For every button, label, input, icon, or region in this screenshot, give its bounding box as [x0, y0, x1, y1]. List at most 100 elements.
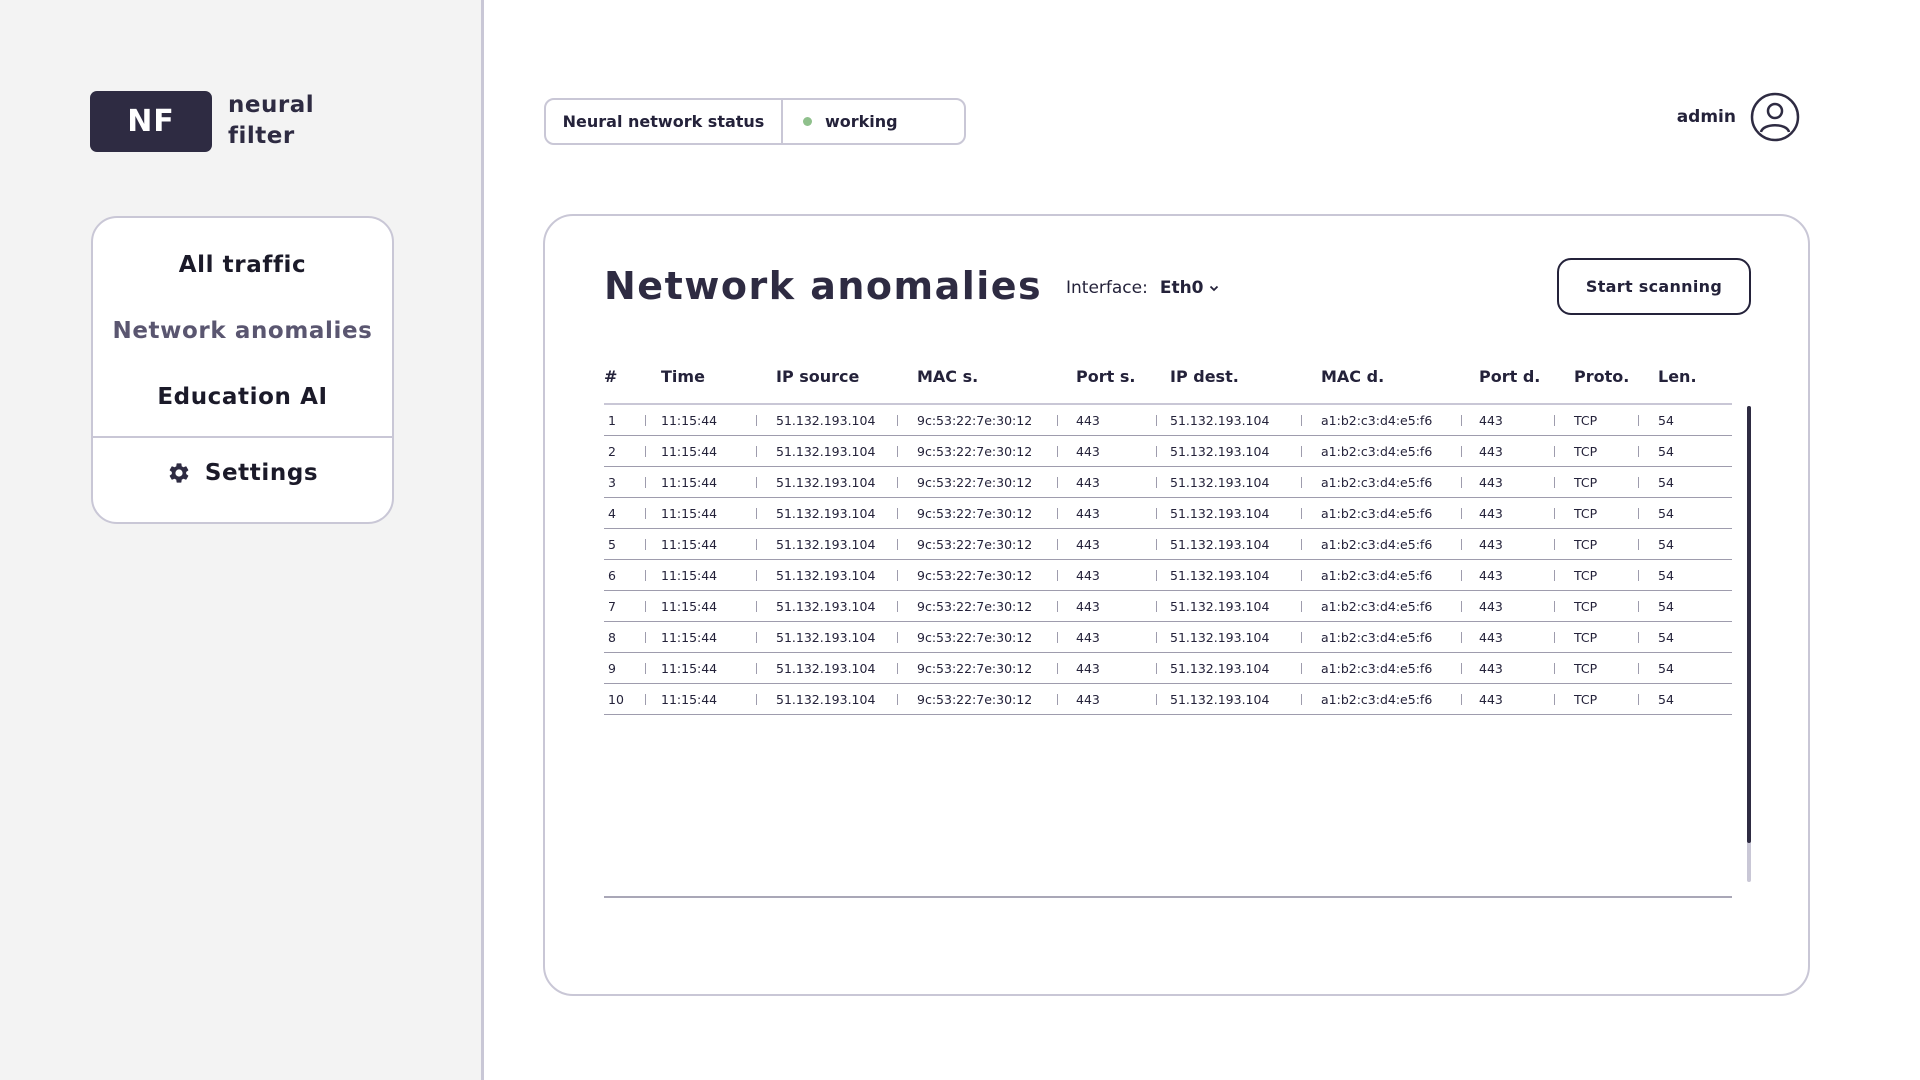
user-menu[interactable]: admin: [1677, 92, 1800, 142]
cell-separator: [897, 539, 898, 550]
cell-separator: [1301, 539, 1302, 550]
table-row[interactable]: 2 11:15:44 51.132.193.104 9c:53:22:7e:30:12…: [604, 436, 1732, 467]
table-cell: 8: [608, 630, 616, 645]
table-row[interactable]: 7 11:15:44 51.132.193.104 9c:53:22:7e:30:12…: [604, 591, 1732, 622]
table-cell: TCP: [1574, 506, 1598, 521]
cell-separator: [897, 415, 898, 426]
table-cell: 11:15:44: [661, 413, 718, 428]
cell-separator: [1461, 446, 1462, 457]
table-cell: 443: [1479, 661, 1503, 676]
interface-select[interactable]: Interface: Eth0: [1066, 278, 1220, 298]
column-header[interactable]: Proto.: [1574, 367, 1629, 386]
table-cell: 9c:53:22:7e:30:12: [917, 506, 1033, 521]
table-cell: 11:15:44: [661, 661, 718, 676]
column-header[interactable]: #: [604, 367, 617, 386]
cell-separator: [1554, 694, 1555, 705]
nav-item-education-ai[interactable]: Education AI: [93, 384, 392, 410]
table-row[interactable]: 3 11:15:44 51.132.193.104 9c:53:22:7e:30:12…: [604, 467, 1732, 498]
page-title: Network anomalies: [604, 264, 1043, 308]
table-cell: 51.132.193.104: [776, 413, 876, 428]
table-cell: 11:15:44: [661, 692, 718, 707]
table-cell: a1:b2:c3:d4:e5:f6: [1321, 537, 1433, 552]
table-row[interactable]: 6 11:15:44 51.132.193.104 9c:53:22:7e:30:12…: [604, 560, 1732, 591]
logo-text: neural filter: [228, 90, 314, 152]
logo-badge: NF: [90, 90, 212, 152]
cell-separator: [756, 446, 757, 457]
cell-separator: [1554, 632, 1555, 643]
cell-separator: [1057, 508, 1058, 519]
table-cell: a1:b2:c3:d4:e5:f6: [1321, 444, 1433, 459]
cell-separator: [1554, 508, 1555, 519]
nav-item-all-traffic[interactable]: All traffic: [93, 252, 392, 278]
cell-separator: [1057, 694, 1058, 705]
table-cell: TCP: [1574, 692, 1598, 707]
table-row[interactable]: 9 11:15:44 51.132.193.104 9c:53:22:7e:30:12…: [604, 653, 1732, 684]
cell-separator: [1461, 415, 1462, 426]
cell-separator: [1461, 694, 1462, 705]
cell-separator: [1638, 663, 1639, 674]
table-cell: 443: [1479, 692, 1503, 707]
cell-separator: [1638, 415, 1639, 426]
logo[interactable]: NF neural filter: [90, 90, 314, 152]
nav-item-settings[interactable]: Settings: [93, 460, 392, 486]
column-header[interactable]: IP dest.: [1170, 367, 1239, 386]
table-cell: TCP: [1574, 568, 1598, 583]
table-cell: 51.132.193.104: [776, 599, 876, 614]
scrollbar-thumb[interactable]: [1747, 406, 1751, 843]
cell-separator: [1057, 632, 1058, 643]
table-cell: 443: [1479, 444, 1503, 459]
table-cell: 51.132.193.104: [1170, 630, 1270, 645]
cell-separator: [1301, 477, 1302, 488]
status-dot: [803, 117, 812, 126]
table-cell: 443: [1076, 413, 1100, 428]
table-cell: 51.132.193.104: [1170, 413, 1270, 428]
cell-separator: [1156, 570, 1157, 581]
table-cell: 443: [1076, 506, 1100, 521]
cell-separator: [1461, 632, 1462, 643]
neural-network-status: Neural network status working: [544, 98, 966, 145]
table-row[interactable]: 5 11:15:44 51.132.193.104 9c:53:22:7e:30:12…: [604, 529, 1732, 560]
table-cell: 11:15:44: [661, 630, 718, 645]
table-cell: 9c:53:22:7e:30:12: [917, 475, 1033, 490]
table-cell: 6: [608, 568, 616, 583]
table-cell: 443: [1076, 444, 1100, 459]
cell-separator: [1461, 477, 1462, 488]
table-row[interactable]: 8 11:15:44 51.132.193.104 9c:53:22:7e:30:12…: [604, 622, 1732, 653]
column-header[interactable]: Len.: [1658, 367, 1697, 386]
column-header[interactable]: Time: [661, 367, 705, 386]
column-header[interactable]: MAC d.: [1321, 367, 1384, 386]
table-cell: 54: [1658, 475, 1674, 490]
user-circle-icon[interactable]: [1750, 92, 1800, 142]
table-row[interactable]: 10 11:15:44 51.132.193.104 9c:53:22:7e:30:1…: [604, 684, 1732, 715]
cell-separator: [1057, 477, 1058, 488]
table-cell: 51.132.193.104: [776, 537, 876, 552]
column-header[interactable]: MAC s.: [917, 367, 978, 386]
cell-separator: [756, 632, 757, 643]
table-row[interactable]: 1 11:15:44 51.132.193.104 9c:53:22:7e:30:12…: [604, 405, 1732, 436]
cell-separator: [1554, 601, 1555, 612]
table-cell: TCP: [1574, 661, 1598, 676]
column-header[interactable]: Port s.: [1076, 367, 1135, 386]
table-cell: TCP: [1574, 444, 1598, 459]
table-cell: 443: [1479, 599, 1503, 614]
logo-line-1: neural: [228, 92, 315, 118]
cell-separator: [897, 601, 898, 612]
cell-separator: [645, 601, 646, 612]
cell-separator: [1301, 632, 1302, 643]
cell-separator: [1554, 570, 1555, 581]
column-header[interactable]: Port d.: [1479, 367, 1540, 386]
nav-item-network-anomalies[interactable]: Network anomalies: [93, 318, 392, 344]
cell-separator: [897, 570, 898, 581]
gear-icon: [169, 463, 189, 483]
table-row[interactable]: 4 11:15:44 51.132.193.104 9c:53:22:7e:30:12…: [604, 498, 1732, 529]
cell-separator: [756, 415, 757, 426]
table-cell: 1: [608, 413, 616, 428]
table-cell: 54: [1658, 692, 1674, 707]
table-cell: 11:15:44: [661, 506, 718, 521]
cell-separator: [645, 415, 646, 426]
table-cell: 54: [1658, 537, 1674, 552]
anomalies-panel: Network anomalies Interface: Eth0 Start …: [543, 214, 1810, 996]
cell-separator: [1461, 570, 1462, 581]
start-scanning-button[interactable]: Start scanning: [1557, 258, 1751, 315]
column-header[interactable]: IP source: [776, 367, 859, 386]
